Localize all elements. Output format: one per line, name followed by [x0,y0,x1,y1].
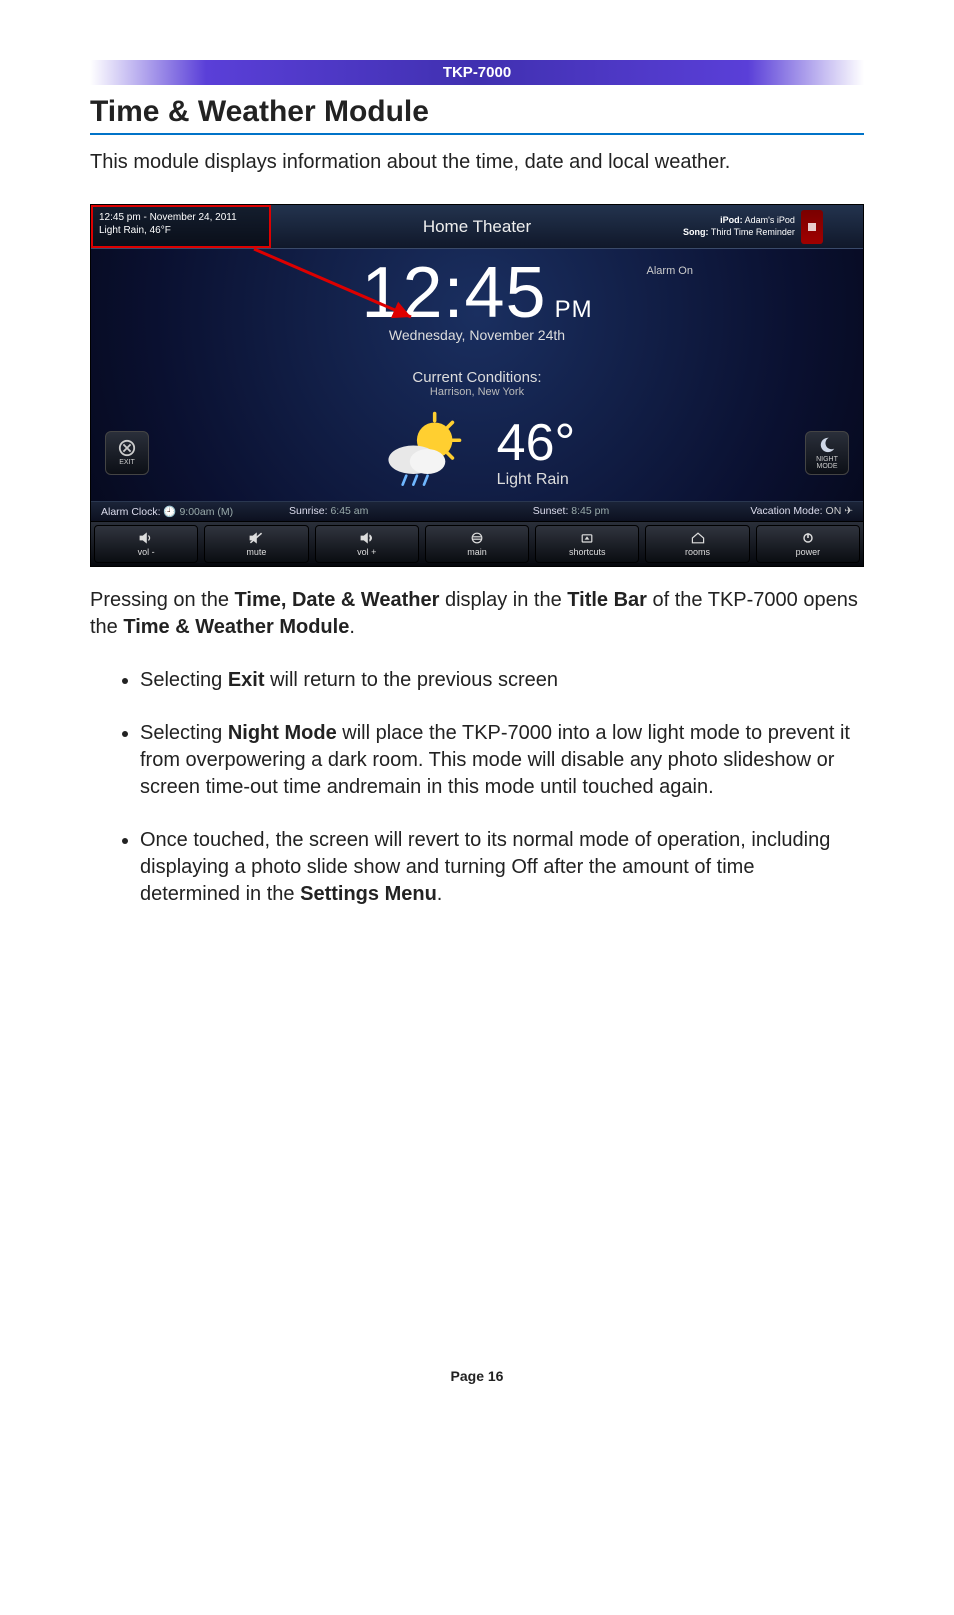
clock-time: 12:45 PM [361,257,592,329]
clock-area: Alarm On 12:45 PM Wednesday, November 24… [91,249,863,347]
weather-row: EXIT 46° Light Rain NIGHT MODE [91,410,863,495]
titlebar-weather: Light Rain, 46°F [99,224,263,237]
bullet-3: Once touched, the screen will revert to … [140,827,864,908]
night-mode-button[interactable]: NIGHT MODE [805,431,849,475]
exit-button[interactable]: EXIT [105,431,149,475]
vol-up-button[interactable]: vol + [315,525,419,563]
shortcuts-label: shortcuts [569,547,606,557]
power-button[interactable]: power [756,525,860,563]
volume-up-icon [359,531,375,545]
stop-button[interactable] [801,210,823,244]
status-strip: Alarm Clock: 🕘 9:00am (M) Sunrise: 6:45 … [91,501,863,521]
power-label: power [796,547,821,557]
body-paragraph-2: Pressing on the Time, Date & Weather dis… [90,587,864,641]
conditions-heading: Current Conditions: Harrison, New York [91,369,863,398]
bullet-1: Selecting Exit will return to the previo… [140,667,864,694]
sunrise-label: Sunrise: [289,505,328,517]
vacation-mode-label: Vacation Mode: [750,505,822,517]
temperature-value: 46° [497,417,576,469]
vol-down-label: vol - [138,547,155,557]
temperature-desc: Light Rain [497,471,576,489]
sunset-label: Sunset: [533,505,569,517]
clock-ampm: PM [555,298,593,322]
song-value: Third Time Reminder [711,227,795,237]
ipod-label: iPod: [720,215,743,225]
exit-label: EXIT [119,459,135,466]
alarm-clock-value: 9:00am (M) [179,506,233,518]
temperature-block: 46° Light Rain [497,417,576,489]
bullet-list: Selecting Exit will return to the previo… [140,667,864,908]
titlebar-nowplaying: iPod: Adam's iPod Song: Third Time Remin… [683,205,863,248]
vol-down-button[interactable]: vol - [94,525,198,563]
intro-paragraph: This module displays information about t… [90,149,864,176]
song-label: Song: [683,227,709,237]
weather-icon [379,410,469,495]
mute-icon [248,531,264,545]
mute-label: mute [246,547,266,557]
rooms-icon [690,531,706,545]
sunrise-value: 6:45 am [330,505,368,517]
ipod-value: Adam's iPod [745,215,795,225]
vol-up-label: vol + [357,547,376,557]
conditions-location: Harrison, New York [91,386,863,398]
main-icon [469,531,485,545]
vacation-mode-value: ON [826,505,842,517]
main-label: main [467,547,487,557]
moon-icon [818,436,836,454]
shortcuts-icon [579,531,595,545]
titlebar-datetime: 12:45 pm - November 24, 2011 [99,211,263,224]
sunset-value: 8:45 pm [571,505,609,517]
device-screenshot: 12:45 pm - November 24, 2011 Light Rain,… [90,204,864,567]
section-title: Time & Weather Module [90,95,864,135]
rooms-button[interactable]: rooms [645,525,749,563]
mute-button[interactable]: mute [204,525,308,563]
titlebar-time-weather-highlighted[interactable]: 12:45 pm - November 24, 2011 Light Rain,… [91,205,271,248]
main-button[interactable]: main [425,525,529,563]
page-number: Page 16 [90,1368,864,1384]
close-icon [118,439,136,457]
stop-icon [807,222,817,232]
clock-time-value: 12:45 [361,257,546,329]
night-mode-label: NIGHT MODE [816,456,838,470]
bottom-toolbar: vol - mute vol + main shortcuts rooms po… [91,521,863,566]
bullet-2: Selecting Night Mode will place the TKP-… [140,720,864,801]
conditions-label: Current Conditions: [91,369,863,386]
alarm-clock-label: Alarm Clock: [101,506,161,518]
titlebar: 12:45 pm - November 24, 2011 Light Rain,… [91,205,863,249]
clock-date: Wednesday, November 24th [91,327,863,343]
model-label: TKP-7000 [443,64,511,81]
document-header-bar: TKP-7000 [90,60,864,85]
volume-down-icon [138,531,154,545]
shortcuts-button[interactable]: shortcuts [535,525,639,563]
rooms-label: rooms [685,547,710,557]
power-icon [800,531,816,545]
alarm-on-label: Alarm On [647,265,693,277]
titlebar-room-name: Home Theater [271,205,683,248]
